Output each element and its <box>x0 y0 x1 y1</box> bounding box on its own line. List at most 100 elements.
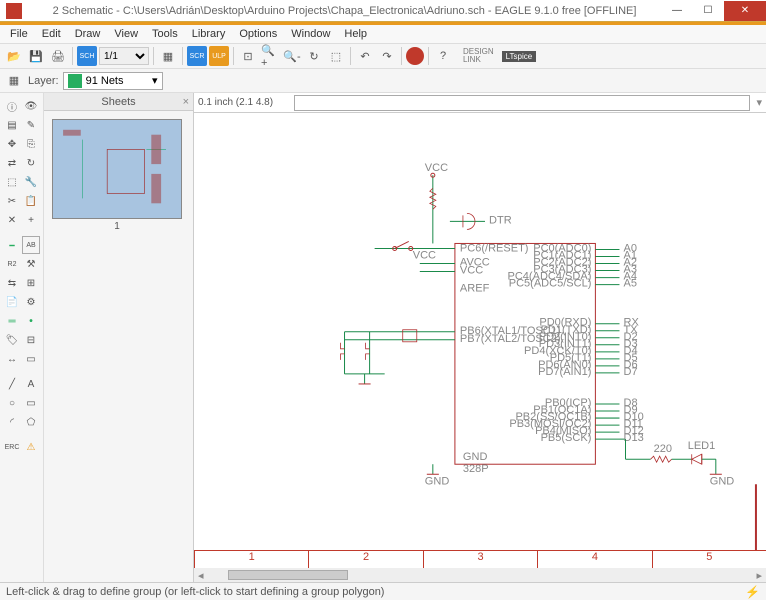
errors-icon[interactable]: ⚠ <box>22 438 40 456</box>
canvas-area: 0.1 inch (2.1 4.8) ▾ GND 328P VCC DTR <box>194 93 766 582</box>
sheets-title: Sheets <box>101 96 135 108</box>
svg-text:D13: D13 <box>623 432 643 444</box>
wire-icon[interactable]: ╱ <box>3 375 21 393</box>
scroll-left-icon[interactable]: ◂ <box>194 569 208 582</box>
svg-text:LED1: LED1 <box>688 440 716 452</box>
menu-view[interactable]: View <box>108 26 144 42</box>
stop-icon[interactable] <box>406 47 424 65</box>
menu-file[interactable]: File <box>4 26 34 42</box>
schematic-canvas[interactable]: GND 328P VCC DTR PC6(/RESET) <box>194 113 766 550</box>
svg-text:VCC: VCC <box>460 265 483 277</box>
layer-icon[interactable]: ▤ <box>3 116 21 134</box>
rect-icon[interactable]: ▭ <box>22 394 40 412</box>
menu-options[interactable]: Options <box>233 26 283 42</box>
scr-button[interactable]: SCR <box>187 46 207 66</box>
name-icon[interactable]: AB <box>22 236 40 254</box>
menu-help[interactable]: Help <box>338 26 373 42</box>
move-icon[interactable]: ✥ <box>3 135 21 153</box>
title-bar: 2 Schematic - C:\Users\Adrián\Desktop\Ar… <box>0 0 766 22</box>
invoke-icon[interactable]: ⚙ <box>22 293 40 311</box>
menu-draw[interactable]: Draw <box>69 26 107 42</box>
command-dropdown-icon[interactable]: ▾ <box>756 96 762 109</box>
design-link-logo[interactable]: DESIGN LINK <box>463 48 494 64</box>
menu-window[interactable]: Window <box>285 26 336 42</box>
dimension-icon[interactable]: ↔ <box>3 350 21 368</box>
smash-icon[interactable]: ⚒ <box>22 255 40 273</box>
paste-icon[interactable]: 📋 <box>22 192 40 210</box>
main-area: ⓘ👁 ▤✎ ✥⎘ ⇄↻ ⬚🔧 ✂📋 ✕+ ⎯AB R2⚒ ⇆⊞ 📄⚙ ═• 🏷⊟… <box>0 93 766 582</box>
simulation-icon[interactable]: ⚡ <box>745 585 760 599</box>
minimize-button[interactable]: — <box>662 1 692 21</box>
menu-edit[interactable]: Edit <box>36 26 67 42</box>
app-icon <box>6 3 22 19</box>
replace-icon[interactable]: 📄 <box>3 293 21 311</box>
pinswap-icon[interactable]: ⇆ <box>3 274 21 292</box>
window-title: 2 Schematic - C:\Users\Adrián\Desktop\Ar… <box>28 5 661 17</box>
polygon-icon[interactable]: ⬠ <box>22 413 40 431</box>
mark-icon[interactable]: ✎ <box>22 116 40 134</box>
close-panel-icon[interactable]: × <box>183 96 189 108</box>
layer-value: 91 Nets <box>86 75 124 87</box>
canvas-info-bar: 0.1 inch (2.1 4.8) ▾ <box>194 93 766 113</box>
close-button[interactable]: ✕ <box>724 1 766 21</box>
separator <box>428 47 429 65</box>
grid-icon[interactable]: ▦ <box>4 71 24 91</box>
separator <box>153 47 154 65</box>
rotate-icon[interactable]: ↻ <box>22 154 40 172</box>
info-icon[interactable]: ⓘ <box>3 97 21 115</box>
open-icon[interactable]: 📂 <box>4 46 24 66</box>
ulp-button[interactable]: ULP <box>209 46 229 66</box>
attribute-icon[interactable]: ⊟ <box>22 331 40 349</box>
coordinate-readout: 0.1 inch (2.1 4.8) <box>198 97 288 108</box>
undo-icon[interactable]: ↶ <box>355 46 375 66</box>
text-icon[interactable]: A <box>22 375 40 393</box>
zoom-out-icon[interactable]: 🔍- <box>282 46 302 66</box>
erc-button[interactable]: ERC <box>3 438 21 456</box>
ltspice-logo[interactable]: LTspice <box>502 51 537 62</box>
delete-icon[interactable]: ✕ <box>3 211 21 229</box>
menu-tools[interactable]: Tools <box>146 26 184 42</box>
svg-text:AREF: AREF <box>460 283 490 295</box>
arc-icon[interactable]: ◜ <box>3 413 21 431</box>
sheet-thumbnail[interactable]: 1 <box>52 119 182 219</box>
mirror-icon[interactable]: ⇄ <box>3 154 21 172</box>
command-input[interactable] <box>294 95 750 111</box>
change-icon[interactable]: 🔧 <box>22 173 40 191</box>
layer-select[interactable]: 91 Nets ▾ <box>63 72 163 90</box>
module-icon[interactable]: ▭ <box>22 350 40 368</box>
value-icon[interactable]: R2 <box>3 255 21 273</box>
help-icon[interactable]: ? <box>433 46 453 66</box>
zoom-fit-icon[interactable]: ⊡ <box>238 46 258 66</box>
zoom-in-icon[interactable]: 🔍+ <box>260 46 280 66</box>
svg-text:GND: GND <box>710 475 735 487</box>
circle-icon[interactable]: ○ <box>3 394 21 412</box>
ruler-tick: 3 <box>423 551 537 568</box>
layer-swatch <box>68 74 82 88</box>
zoom-redraw-icon[interactable]: ↻ <box>304 46 324 66</box>
print-icon[interactable]: 🖨 <box>48 46 68 66</box>
cam-icon[interactable]: SCH <box>77 46 97 66</box>
scroll-right-icon[interactable]: ▸ <box>752 569 766 582</box>
svg-text:PB5(SCK): PB5(SCK) <box>541 432 592 444</box>
maximize-button[interactable]: ☐ <box>693 1 723 21</box>
menu-library[interactable]: Library <box>186 26 232 42</box>
save-icon[interactable]: 💾 <box>26 46 46 66</box>
redo-icon[interactable]: ↷ <box>377 46 397 66</box>
bus-icon[interactable]: ═ <box>3 312 21 330</box>
net-icon[interactable]: ⎯ <box>3 236 21 254</box>
copy-icon[interactable]: ⎘ <box>22 135 40 153</box>
svg-text:D7: D7 <box>623 366 637 378</box>
zoom-select[interactable]: 1/1 <box>99 47 149 65</box>
label-icon[interactable]: 🏷 <box>3 331 21 349</box>
add-icon[interactable]: + <box>22 211 40 229</box>
show-icon[interactable]: 👁 <box>22 97 40 115</box>
gateswap-icon[interactable]: ⊞ <box>22 274 40 292</box>
group-icon[interactable]: ⬚ <box>3 173 21 191</box>
board-icon[interactable]: ▦ <box>158 46 178 66</box>
junction-icon[interactable]: • <box>22 312 40 330</box>
zoom-select-icon[interactable]: ⬚ <box>326 46 346 66</box>
horizontal-scrollbar[interactable]: ◂ ▸ <box>194 568 766 582</box>
separator <box>182 47 183 65</box>
scrollbar-thumb[interactable] <box>228 570 348 580</box>
cut-icon[interactable]: ✂ <box>3 192 21 210</box>
